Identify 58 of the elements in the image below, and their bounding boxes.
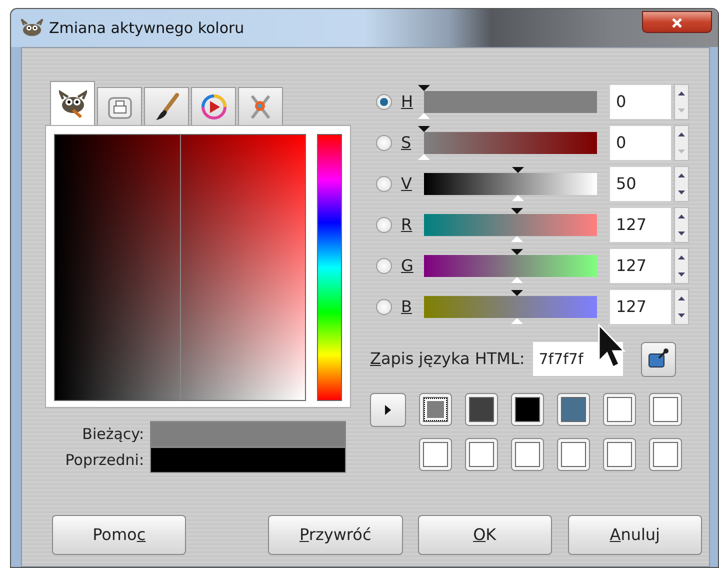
spin-field[interactable]: 50 (609, 166, 672, 202)
channel-label: S (400, 132, 412, 154)
channel-label: R (400, 214, 414, 236)
history-swatch[interactable] (419, 438, 452, 471)
eyedropper-icon (647, 348, 670, 370)
slider-thumb[interactable] (510, 248, 524, 282)
slider-thumb[interactable] (510, 208, 524, 242)
slider-thumb[interactable] (417, 84, 431, 118)
html-notation-label: Zapis języka HTML: (369, 348, 525, 370)
tab[interactable] (144, 87, 189, 125)
mascot-icon (58, 90, 86, 118)
mouse-cursor-icon (597, 323, 627, 369)
history-swatch[interactable] (603, 438, 636, 471)
radio-button[interactable] (376, 94, 392, 110)
channel-label: V (400, 172, 413, 194)
history-swatch[interactable] (557, 438, 590, 471)
color-wheel-icon (200, 92, 228, 120)
slider-thumb[interactable] (417, 126, 431, 160)
triangle-icon (384, 404, 392, 416)
dialog-button[interactable]: Przywróć (268, 515, 402, 555)
channel-label: G (400, 254, 414, 276)
history-swatch[interactable] (419, 393, 452, 426)
history-swatch[interactable] (603, 393, 636, 426)
color-picker-button[interactable] (640, 342, 676, 376)
spin-field[interactable]: 0 (609, 84, 672, 120)
dialog-button[interactable]: OK (418, 515, 552, 555)
slider-thumb[interactable] (510, 290, 524, 324)
spin-field[interactable]: 127 (609, 288, 672, 324)
radio-button[interactable] (376, 134, 392, 150)
close-button[interactable] (642, 11, 712, 33)
radio-button[interactable] (376, 298, 392, 314)
expand-button[interactable] (370, 393, 406, 427)
close-icon (671, 17, 683, 30)
comparison-label: Bieżący: (81, 424, 145, 445)
history-swatch[interactable] (465, 393, 498, 426)
history-swatch[interactable] (465, 438, 498, 471)
mascot-icon (21, 19, 43, 37)
history-swatch[interactable] (511, 393, 544, 426)
spin-field[interactable]: 0 (609, 124, 672, 160)
history-swatch[interactable] (649, 438, 682, 471)
tab[interactable] (50, 81, 95, 125)
dialog-button[interactable]: Pomoc (52, 515, 186, 555)
window-title: Zmiana aktywnego koloru (49, 18, 244, 39)
slider-thumb[interactable] (510, 166, 524, 200)
radio-button[interactable] (376, 258, 392, 274)
radio-button[interactable] (376, 216, 392, 232)
hue-strip[interactable] (317, 134, 342, 401)
color-selection-area[interactable] (54, 134, 306, 401)
history-swatch[interactable] (511, 438, 544, 471)
channel-label: H (400, 90, 414, 112)
history-swatch[interactable] (557, 393, 590, 426)
comparison-label: Poprzedni: (64, 450, 145, 471)
channel-label: B (400, 296, 413, 318)
spin-field[interactable]: 127 (609, 248, 672, 284)
dialog-button[interactable]: Anuluj (568, 515, 702, 555)
history-swatch[interactable] (649, 393, 682, 426)
spin-field[interactable]: 127 (609, 206, 672, 242)
radio-button[interactable] (376, 176, 392, 192)
